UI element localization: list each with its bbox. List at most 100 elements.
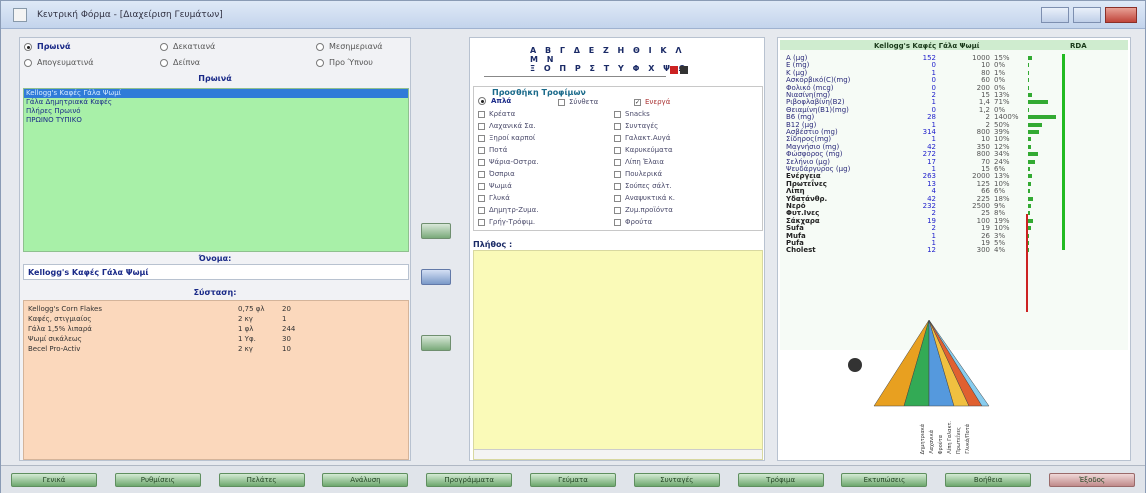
- alphabet-row-1[interactable]: Α Β Γ Δ Ε Ζ Η Θ Ι Κ Λ Μ Ν: [530, 46, 700, 64]
- table-row[interactable]: Becel Pro-Activ 2 κγ 10: [24, 345, 408, 355]
- add-button[interactable]: [421, 223, 451, 239]
- legend-item: Πρωτεΐνες: [956, 427, 962, 454]
- meal-list[interactable]: Kellogg's Καφές Γάλα Ψωμί Γάλα Δημητριακ…: [23, 88, 409, 252]
- nutrient-bar: [1028, 70, 1029, 75]
- toolbar-button[interactable]: Ανάλυση: [322, 473, 409, 487]
- name-label: Όνομα:: [198, 254, 232, 263]
- table-row[interactable]: Ψωμί σικάλεως 1 Υφ. 30: [24, 335, 408, 345]
- nutrition-panel: Kellogg's Καφές Γάλα Ψωμί RDA A (μg) 152 1…: [777, 37, 1131, 461]
- maximize-button[interactable]: [1073, 7, 1101, 23]
- energy-indicator-bar: [1026, 214, 1028, 312]
- radio-dinner[interactable]: Δείπνα: [160, 58, 200, 67]
- toolbar-button[interactable]: Έξοδος: [1049, 473, 1135, 487]
- list-item[interactable]: ΠΡΩΙΝΟ ΤΥΠΙΚΟ: [24, 116, 408, 125]
- checkbox-active[interactable]: ✓ Ενεργά: [634, 98, 670, 106]
- nutrition-table: Kellogg's Καφές Γάλα Ψωμί RDA A (μg) 152 1…: [780, 40, 1128, 350]
- nutrient-bar: [1028, 226, 1031, 231]
- nutrient-bar: [1028, 152, 1038, 157]
- main-window: Κεντρική Φόρμα - [Διαχείριση Γευμάτων] Π…: [0, 0, 1146, 493]
- category-checkbox[interactable]: Γαλακτ.Αυγά: [614, 134, 670, 142]
- toolbar-button[interactable]: Ρυθμίσεις: [114, 473, 201, 487]
- toolbar-button[interactable]: Γεύματα: [530, 473, 616, 487]
- divider: [484, 76, 666, 77]
- list-item[interactable]: Γάλα Δημητριακά Καφές: [24, 98, 408, 107]
- toolbar-button[interactable]: Προγράμματα: [426, 473, 513, 487]
- category-checkbox[interactable]: Ζυμ.προϊόντα: [614, 206, 673, 214]
- category-checkbox[interactable]: Φρούτα: [614, 218, 652, 226]
- toolbar-button[interactable]: Βοήθεια: [945, 473, 1032, 487]
- table-row[interactable]: Γάλα 1,5% λιπαρά 1 φλ 244: [24, 325, 408, 335]
- radio-simple[interactable]: Απλά: [478, 97, 511, 105]
- radio-snack-morning[interactable]: Δεκατιανά: [160, 42, 215, 51]
- radio-before-sleep[interactable]: Προ Ύπνου: [316, 58, 373, 67]
- person-icon: [848, 358, 862, 372]
- category-checkbox[interactable]: Ξηροί καρποί: [478, 134, 535, 142]
- food-results-list[interactable]: [473, 250, 763, 460]
- nutrient-bar: [1028, 189, 1030, 194]
- category-checkbox[interactable]: Σούπες σάλτ.: [614, 182, 672, 190]
- clear-filter-icon[interactable]: [670, 66, 678, 74]
- category-checkbox[interactable]: Λαχανικά Σα.: [478, 122, 536, 130]
- legend-item: Λίπη Γαλακτ.: [947, 421, 953, 454]
- nutrient-bar: [1028, 159, 1035, 164]
- legend-item: Γλυκά/Ποτά: [965, 424, 971, 454]
- minimize-button[interactable]: [1041, 7, 1069, 23]
- radio-dot: [24, 58, 32, 67]
- checkbox-box: [558, 98, 565, 106]
- category-checkbox[interactable]: Όσπρια: [478, 170, 515, 178]
- category-checkbox[interactable]: Γλυκά: [478, 194, 510, 202]
- nutrient-percent: 4%: [994, 246, 1006, 255]
- horizontal-scrollbar[interactable]: [474, 449, 762, 459]
- nutrient-bar: [1028, 211, 1030, 216]
- radio-lunch[interactable]: Μεσημεριανά: [316, 42, 383, 51]
- category-checkbox[interactable]: Δημητρ-Ζυμα.: [478, 206, 538, 214]
- save-button[interactable]: [421, 335, 451, 351]
- nutrient-bar: [1028, 63, 1029, 68]
- meals-panel: Πρωινά Δεκατιανά Μεσημεριανά Απογευματιν…: [19, 37, 411, 461]
- category-checkbox[interactable]: Ψάρια-Οστρα.: [478, 158, 539, 166]
- toolbar-button[interactable]: Συνταγές: [633, 473, 720, 487]
- table-row[interactable]: Καφές, στιγμιαίος 2 κγ 1: [24, 315, 408, 325]
- category-checkbox[interactable]: Συνταγές: [614, 122, 658, 130]
- nutrient-bar: [1028, 144, 1031, 149]
- close-button[interactable]: [1105, 7, 1137, 23]
- checkbox-box: ✓: [634, 98, 641, 106]
- radio-breakfast[interactable]: Πρωινά: [24, 42, 70, 51]
- radio-dot: [24, 42, 32, 51]
- list-item[interactable]: Kellogg's Καφές Γάλα Ψωμί: [24, 89, 408, 98]
- nutrient-bar: [1028, 248, 1029, 253]
- category-checkbox[interactable]: Snacks: [614, 110, 650, 118]
- toolbar-button[interactable]: Εκτυπώσεις: [841, 473, 928, 487]
- category-checkbox[interactable]: Κρέατα: [478, 110, 515, 118]
- transfer-arrow-button[interactable]: [421, 269, 451, 285]
- list-item[interactable]: Πλήρες Πρωινό: [24, 107, 408, 116]
- category-checkbox[interactable]: Γρήγ-Τρόφιμ.: [478, 218, 535, 226]
- legend-item: Φρούτα: [938, 434, 944, 454]
- table-row[interactable]: Kellogg's Corn Flakes 0,75 φλ 20: [24, 305, 408, 315]
- checkbox-complex[interactable]: Σύνθετα: [558, 98, 598, 106]
- category-checkbox[interactable]: Ψωμιά: [478, 182, 512, 190]
- category-checkbox[interactable]: Πουλερικά: [614, 170, 662, 178]
- toolbar-button[interactable]: Πελάτες: [218, 473, 305, 487]
- composition-label: Σύσταση:: [193, 288, 237, 297]
- nutrient-bar: [1028, 167, 1030, 171]
- category-title: Προσθήκη Τροφίμων: [492, 88, 586, 97]
- category-checkbox[interactable]: Καρυκεύματα: [614, 146, 673, 154]
- meal-name-field[interactable]: Kellogg's Καφές Γάλα Ψωμί: [23, 264, 409, 280]
- radio-afternoon[interactable]: Απογευματινά: [24, 58, 94, 67]
- toolbar-button[interactable]: Γενικά: [11, 473, 97, 487]
- toolbar-button[interactable]: Τρόφιμα: [737, 473, 824, 487]
- radio-dot: [316, 58, 324, 67]
- category-checkbox[interactable]: Ποτά: [478, 146, 507, 154]
- category-checkbox[interactable]: Λίπη Έλαια: [614, 158, 664, 166]
- nutrient-value: 12: [927, 246, 936, 255]
- search-icon[interactable]: [680, 66, 688, 74]
- meal-header-title: Kellogg's Καφές Γάλα Ψωμί: [874, 42, 980, 50]
- nutrient-bar: [1028, 56, 1032, 60]
- nutrient-bar: [1028, 107, 1029, 112]
- food-selector-panel: Α Β Γ Δ Ε Ζ Η Θ Ι Κ Λ Μ Ν Ξ Ο Π Ρ Σ Τ Υ …: [469, 37, 765, 461]
- nutrient-bar: [1028, 181, 1031, 186]
- quantity-label: Πλήθος :: [473, 240, 513, 249]
- ingredients-list[interactable]: Kellogg's Corn Flakes 0,75 φλ 20 Καφές, …: [23, 300, 409, 460]
- category-checkbox[interactable]: Αναψυκτικά κ.: [614, 194, 675, 202]
